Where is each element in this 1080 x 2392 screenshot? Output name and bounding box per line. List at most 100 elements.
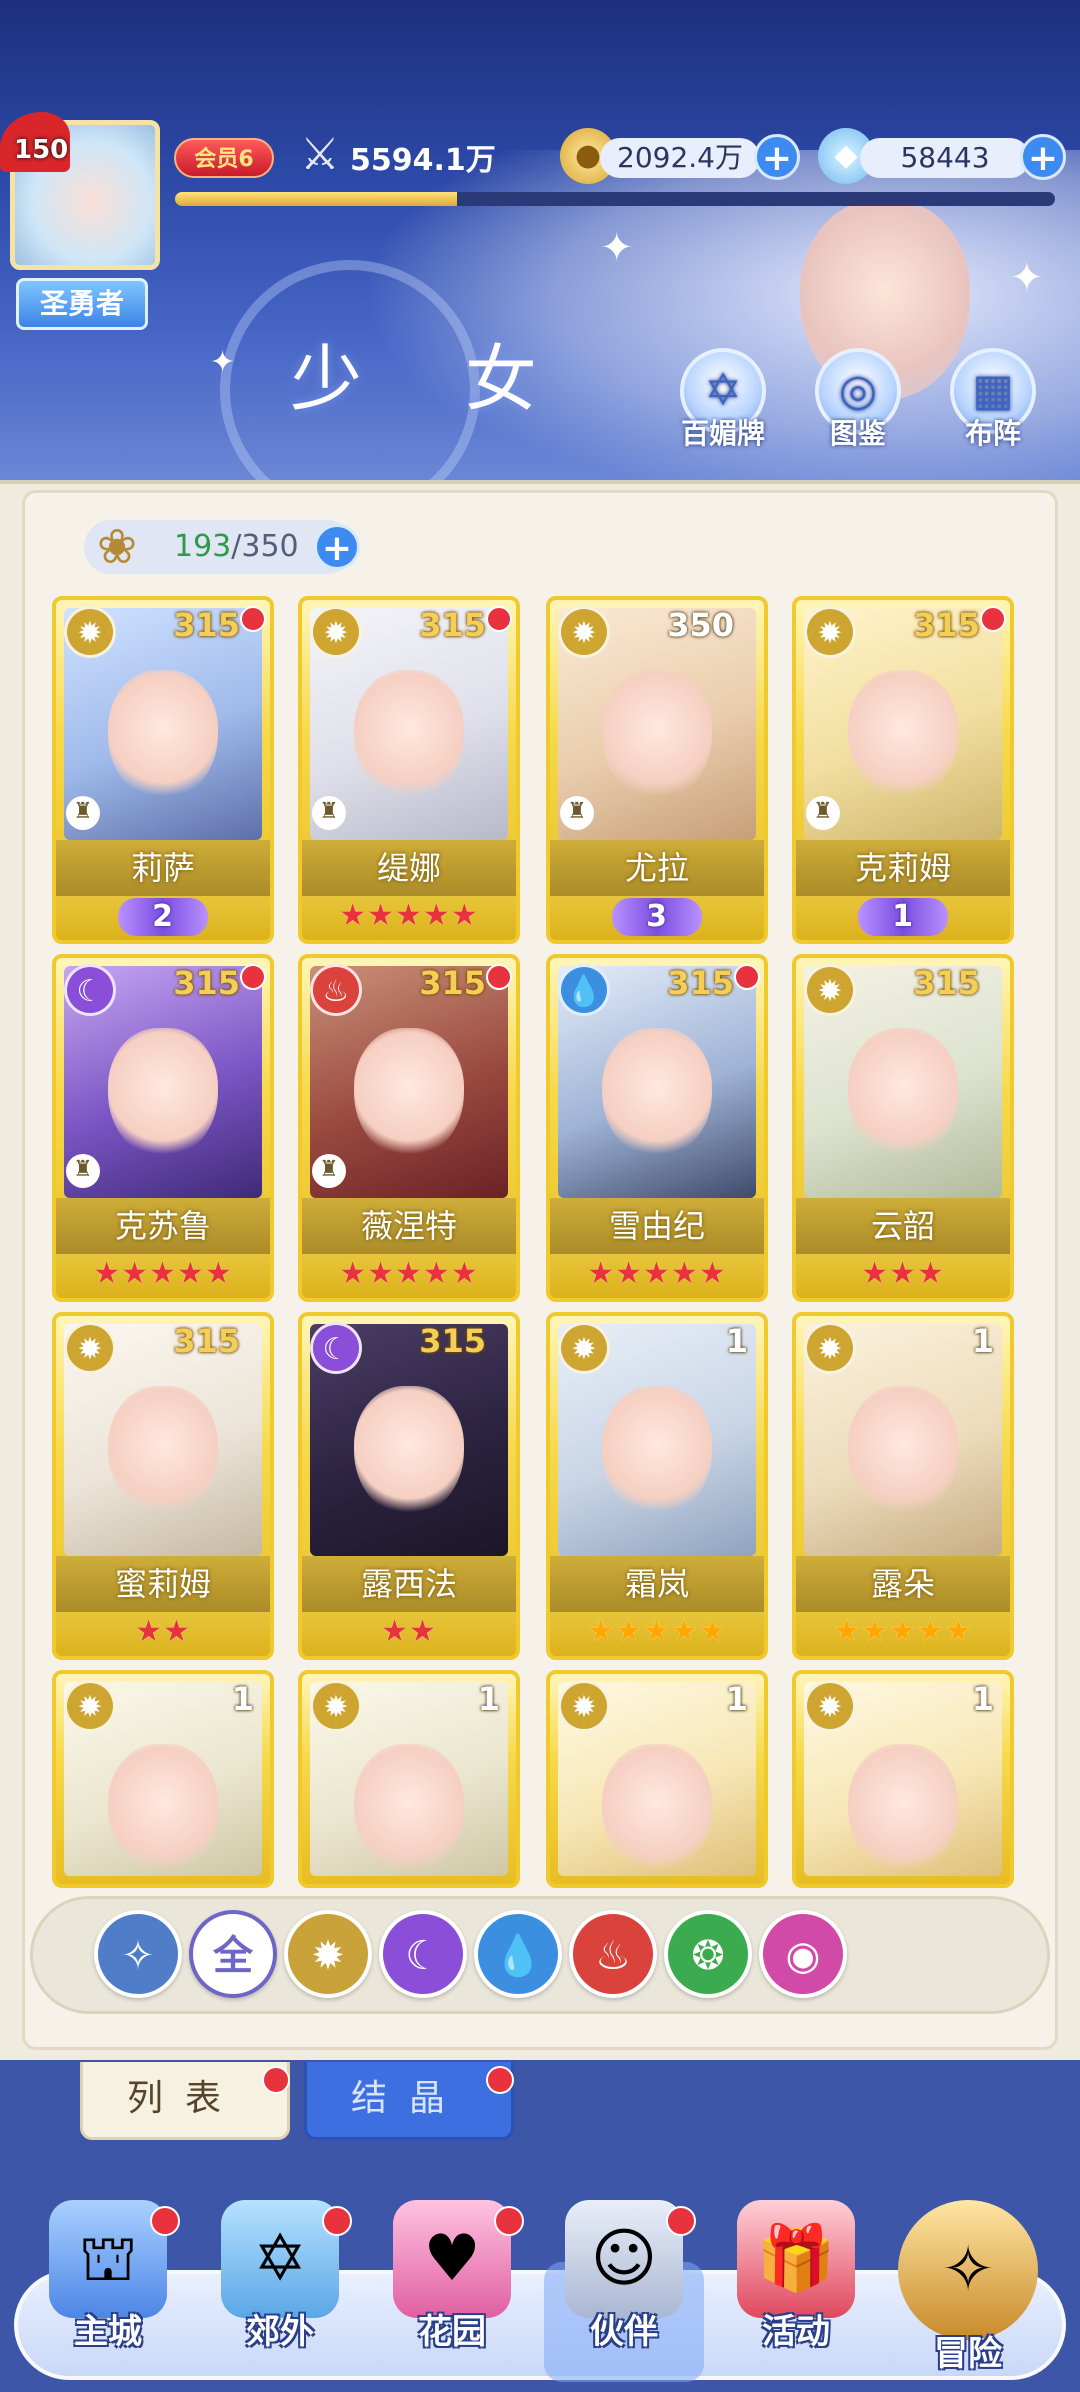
notification-dot <box>486 964 512 990</box>
capacity-current: 193 <box>174 529 232 564</box>
partner-name: 云韶 <box>796 1198 1010 1254</box>
partner-name: 露朵 <box>796 1556 1010 1612</box>
notification-dot <box>240 964 266 990</box>
partner-rarity: 2 <box>56 896 270 940</box>
partner-card[interactable]: ✹ 1 露朵 ★★★★★ <box>792 1312 1014 1660</box>
filter-chaos-button[interactable]: ◉ <box>759 1910 847 1998</box>
card-level: 1 <box>231 1680 254 1718</box>
star-rating: ★★★★★ <box>587 1256 727 1291</box>
notification-dot <box>980 606 1006 632</box>
portrait-face <box>108 1744 218 1874</box>
portrait-face <box>354 670 464 800</box>
nav-label: 主城 <box>74 2312 142 2352</box>
expand-capacity-button[interactable]: + <box>314 524 360 570</box>
notification-dot <box>486 2066 514 2094</box>
filter-all-button[interactable]: 全 <box>189 1910 277 1998</box>
partner-rarity: ★★★★★ <box>302 896 516 940</box>
partner-card[interactable]: ✹ 1 霜岚 ★★★★★ <box>546 1312 768 1660</box>
filter-water-button[interactable]: 💧 <box>474 1910 562 1998</box>
nav-gift[interactable]: 🎁 活动 <box>716 2200 876 2370</box>
light-element-icon: ✹ <box>64 1680 116 1732</box>
card-level: 315 <box>419 606 486 644</box>
partner-rarity: ★★ <box>56 1612 270 1656</box>
power-progress-bar <box>175 192 1055 206</box>
codex-button[interactable]: ◎ 图鉴 <box>810 348 906 452</box>
partner-rarity: ★★★★★ <box>550 1254 764 1298</box>
nav-partner[interactable]: ☺ 伙伴 <box>544 2200 704 2382</box>
role-rook-icon: ♜ <box>66 796 100 830</box>
star-rating: ★★ <box>135 1614 191 1649</box>
filter-wind-button[interactable]: ❂ <box>664 1910 752 1998</box>
awaken-rank-badge: 1 <box>858 898 948 936</box>
card-level: 1 <box>477 1680 500 1718</box>
notification-dot <box>262 2066 290 2094</box>
tab-list[interactable]: 列表 <box>80 2062 290 2140</box>
notification-dot <box>322 2206 352 2236</box>
dark-element-icon: ☾ <box>64 964 116 1016</box>
filter-dark-button[interactable]: ☾ <box>379 1910 467 1998</box>
partner-rarity: ★★ <box>302 1612 516 1656</box>
compass-icon: ✧ <box>898 2200 1038 2340</box>
page-title: 少 女 <box>290 337 577 421</box>
sparkle-icon: ✦ <box>600 225 634 271</box>
light-element-icon: ✹ <box>64 606 116 658</box>
partner-rarity: ★★★★★ <box>550 1612 764 1656</box>
card-level: 1 <box>971 1680 994 1718</box>
add-gems-button[interactable]: + <box>1020 134 1066 180</box>
filter-fire-button[interactable]: ♨ <box>569 1910 657 1998</box>
partner-card[interactable]: 💧 315 雪由纪 ★★★★★ <box>546 954 768 1302</box>
nav-compass[interactable]: ✧ 冒险 <box>888 2200 1048 2374</box>
tab-crystal[interactable]: 结晶 <box>304 2062 514 2140</box>
partner-name: 克苏鲁 <box>56 1198 270 1254</box>
notification-dot <box>734 964 760 990</box>
vip-badge[interactable]: 会员6 <box>174 138 274 178</box>
gift-bag-icon: ❀ <box>96 519 138 575</box>
partner-card[interactable]: ✹ 1 <box>52 1670 274 1888</box>
notification-dot <box>150 2206 180 2236</box>
partner-rarity: ★★★★★ <box>56 1254 270 1298</box>
partner-rarity: ★★★★★ <box>796 1612 1010 1656</box>
portrait-face <box>108 670 218 800</box>
partner-card[interactable]: ✹ 315 ♜ 莉萨 2 <box>52 596 274 944</box>
card-deck-label: 百媚牌 <box>680 417 765 450</box>
card-level: 1 <box>725 1680 748 1718</box>
partner-card[interactable]: ✹ 315 蜜莉姆 ★★ <box>52 1312 274 1660</box>
card-level: 315 <box>913 606 980 644</box>
card-level: 1 <box>725 1322 748 1360</box>
portrait-face <box>602 670 712 800</box>
partner-card[interactable]: ✹ 315 云韶 ★★★ <box>792 954 1014 1302</box>
add-gold-button[interactable]: + <box>754 134 800 180</box>
nav-label: 花园 <box>418 2312 486 2352</box>
card-level: 350 <box>667 606 734 644</box>
filter-light-button[interactable]: ✹ <box>284 1910 372 1998</box>
partner-name: 缇娜 <box>302 840 516 896</box>
partner-card[interactable]: ♨ 315 ♜ 薇涅特 ★★★★★ <box>298 954 520 1302</box>
portrait-face <box>354 1744 464 1874</box>
light-element-icon: ✹ <box>558 1680 610 1732</box>
light-element-icon: ✹ <box>310 606 362 658</box>
star-rating: ★★★★★ <box>339 1256 479 1291</box>
player-title-badge[interactable]: 圣勇者 <box>16 278 148 330</box>
light-element-icon: ✹ <box>804 1680 856 1732</box>
partner-card[interactable]: ☾ 315 ♜ 克苏鲁 ★★★★★ <box>52 954 274 1302</box>
codex-label: 图鉴 <box>829 417 886 450</box>
partner-card[interactable]: ✹ 1 <box>792 1670 1014 1888</box>
partner-card[interactable]: ☾ 315 露西法 ★★ <box>298 1312 520 1660</box>
partner-name: 霜岚 <box>550 1556 764 1612</box>
filter-wind-star-button[interactable]: ✧ <box>94 1910 182 1998</box>
sparkle-icon: ✦ <box>1010 255 1044 301</box>
card-deck-button[interactable]: ✡ 百媚牌 <box>675 348 771 452</box>
partner-card[interactable]: ✹ 315 ♜ 缇娜 ★★★★★ <box>298 596 520 944</box>
partner-rarity: ★★★★★ <box>302 1254 516 1298</box>
star-rating: ★★★★★ <box>587 1614 727 1649</box>
partner-rarity: ★★★ <box>796 1254 1010 1298</box>
portrait-face <box>108 1386 218 1516</box>
partner-card[interactable]: ✹ 1 <box>546 1670 768 1888</box>
partner-card[interactable]: ✹ 1 <box>298 1670 520 1888</box>
formation-button[interactable]: ▦ 布阵 <box>945 348 1041 452</box>
partner-card[interactable]: ✹ 315 ♜ 克莉姆 1 <box>792 596 1014 944</box>
card-level: 315 <box>173 964 240 1002</box>
card-level: 315 <box>173 606 240 644</box>
light-element-icon: ✹ <box>64 1322 116 1374</box>
partner-card[interactable]: ✹ 350 ♜ 尤拉 3 <box>546 596 768 944</box>
